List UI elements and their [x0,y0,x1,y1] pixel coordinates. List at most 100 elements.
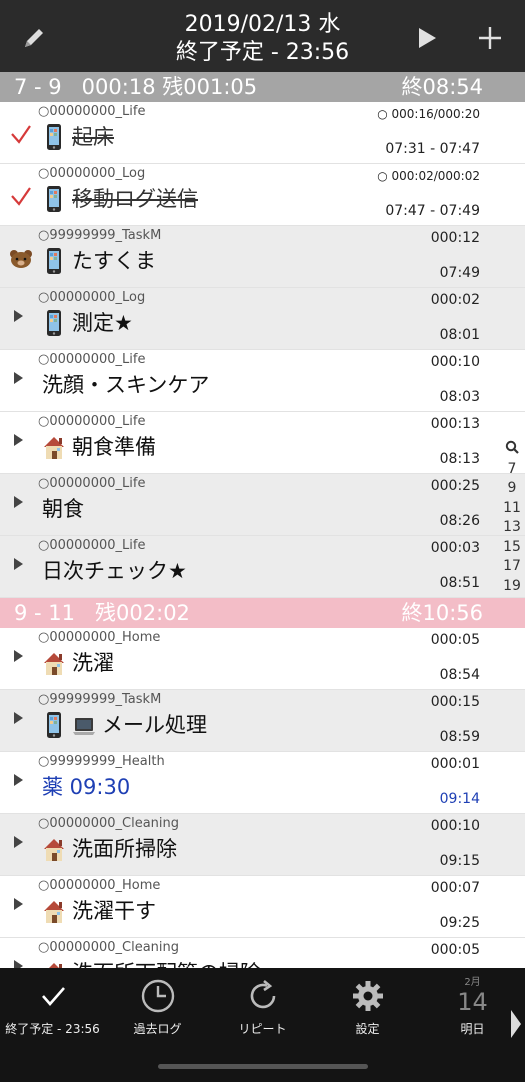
play-icon[interactable] [14,836,23,848]
project-label: ○00000000_Cleaning [38,940,180,955]
duration: 000:03 [430,540,480,556]
tab-check[interactable]: 終了予定 - 23:56 [0,976,105,1037]
task-name: 朝食準備 [42,432,156,462]
section-header[interactable]: 9 - 11 残002:02 終10:56 [0,598,525,628]
play-icon[interactable] [14,960,23,968]
task-name: 移動ログ送信 [42,184,198,214]
play-icon[interactable] [14,898,23,910]
task-row[interactable]: ○00000000_Life 000:25 朝食 08:26 [0,474,525,536]
index-item[interactable]: 9 [499,479,525,499]
phone-icon [42,185,66,213]
index-item[interactable]: 19 [499,577,525,597]
project-label: ○00000000_Life [38,414,146,429]
task-row[interactable]: ○00000000_Cleaning 000:05 洗面所下配管の掃除 [0,938,525,968]
play-icon[interactable] [14,434,23,446]
task-row[interactable]: ○00000000_Log ○ 000:02/000:02 移動ログ送信 07:47 … [0,164,525,226]
task-row[interactable]: ○00000000_Life 000:13 朝食準備 08:13 [0,412,525,474]
index-item[interactable]: 17 [499,557,525,577]
bear-icon[interactable] [8,246,34,272]
play-icon[interactable] [14,372,23,384]
task-row[interactable]: ○00000000_Life ○ 000:16/000:20 起床 07:31 - 0… [0,102,525,164]
calendar-icon: 2月 14 [457,977,488,1016]
nav-header: 2019/02/13 水 終了予定 - 23:56 [0,0,525,72]
task-list[interactable]: 7 - 9 000:18 残001:05 終08:54 ○00000000_Life… [0,72,525,968]
tab-label: 終了予定 - 23:56 [5,1022,100,1036]
tab-label: 明日 [460,1022,485,1036]
phone-icon [42,123,66,151]
play-icon[interactable] [410,22,442,54]
task-row[interactable]: ○99999999_TaskM 000:12 たすくま 07:49 [0,226,525,288]
task-row[interactable]: ○00000000_Log 000:02 測定★ 08:01 [0,288,525,350]
task-name: たすくま [42,246,156,276]
play-icon[interactable] [14,774,23,786]
task-row[interactable]: ○00000000_Home 000:05 洗濯 08:54 [0,628,525,690]
tab-calendar[interactable]: 2月 14 明日 [420,976,525,1037]
duration: 000:10 [430,354,480,370]
play-icon[interactable] [14,650,23,662]
task-row[interactable]: ○00000000_Home 000:07 洗濯干す 09:25 [0,876,525,938]
project-label: ○00000000_Life [38,476,146,491]
section-index[interactable]: 7 9 11 13 15 17 19 [499,440,525,596]
task-time: 07:47 - 07:49 [385,203,480,219]
index-item[interactable]: 11 [499,499,525,519]
index-item[interactable]: 15 [499,538,525,558]
project-label: ○00000000_Life [38,104,146,119]
task-name: 日次チェック★ [42,559,187,583]
duration: 000:25 [430,478,480,494]
tab-clock[interactable]: 過去ログ [105,976,210,1037]
task-row[interactable]: ○00000000_Life 000:03 日次チェック★ 08:51 [0,536,525,598]
house-icon [42,897,66,925]
task-row[interactable]: ○99999999_TaskM 000:15 メール処理 08:59 [0,690,525,752]
add-icon[interactable] [474,22,506,54]
project-label: ○00000000_Cleaning [38,816,180,831]
search-icon[interactable] [499,440,525,460]
play-icon[interactable] [14,310,23,322]
index-item[interactable]: 13 [499,518,525,538]
task-name: 洗面所下配管の掃除 [42,958,261,968]
project-label: ○99999999_Health [38,754,165,769]
house-icon [42,959,66,968]
task-time: 08:03 [439,389,480,405]
tab-gear[interactable]: 設定 [315,976,420,1037]
duration: 000:13 [430,416,480,432]
phone-icon [42,309,66,337]
task-name: 朝食 [42,497,84,521]
tab-repeat[interactable]: リピート [210,976,315,1037]
clock-icon [105,976,210,1016]
house-icon [42,433,66,461]
task-time: 09:15 [439,853,480,869]
play-icon[interactable] [14,496,23,508]
section-header[interactable]: 7 - 9 000:18 残001:05 終08:54 [0,72,525,102]
project-label: ○00000000_Home [38,878,161,893]
section-label: 7 - 9 000:18 残001:05 [14,75,258,99]
task-time: 09:25 [439,915,480,931]
task-name: 洗面所掃除 [42,834,177,864]
task-row[interactable]: ○99999999_Health 000:01 薬 09:30 09:14 [0,752,525,814]
task-row[interactable]: ○00000000_Cleaning 000:10 洗面所掃除 09:15 [0,814,525,876]
play-icon[interactable] [14,712,23,724]
play-icon[interactable] [14,558,23,570]
project-label: ○00000000_Life [38,538,146,553]
task-row[interactable]: ○00000000_Life 000:10 洗顔・スキンケア 08:03 [0,350,525,412]
index-item[interactable]: 7 [499,460,525,480]
gear-icon [315,976,420,1016]
task-name: 起床 [42,122,114,152]
task-time: 08:54 [439,667,480,683]
task-name: 測定★ [42,308,133,338]
duration: 000:05 [430,942,480,958]
checkmark-icon[interactable] [8,122,34,148]
section-label: 9 - 11 残002:02 [14,601,190,625]
phone-icon [42,247,66,275]
task-time: 08:59 [439,729,480,745]
tab-label: 過去ログ [133,1022,182,1036]
task-time: 07:49 [439,265,480,281]
repeat-icon [210,976,315,1016]
checkmark-icon[interactable] [8,184,34,210]
more-arrow-icon[interactable] [511,1010,521,1038]
duration: ○ 000:16/000:20 [377,107,480,121]
section-end-time: 終10:56 [401,601,483,625]
task-name: 洗顔・スキンケア [42,373,210,397]
duration: 000:12 [430,230,480,246]
laptop-icon [72,711,96,739]
task-name: 洗濯干す [42,896,156,926]
